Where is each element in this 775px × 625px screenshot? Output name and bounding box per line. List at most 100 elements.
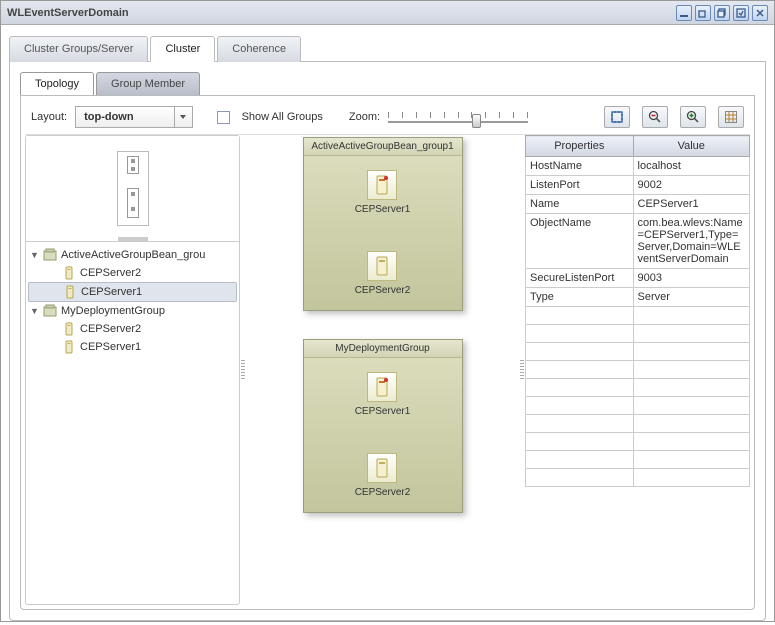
tab-group-member[interactable]: Group Member xyxy=(96,72,200,95)
table-row[interactable]: TypeServer xyxy=(526,288,750,307)
tab-topology[interactable]: Topology xyxy=(20,72,94,95)
tree-group[interactable]: ▼ ActiveActiveGroupBean_grou xyxy=(28,246,237,264)
table-row xyxy=(526,379,750,397)
prop-value: 9002 xyxy=(633,176,749,195)
tree-item[interactable]: CEPServer2 xyxy=(28,264,237,282)
canvas-group-title: MyDeploymentGroup xyxy=(304,340,462,358)
tab-cluster[interactable]: Cluster xyxy=(150,36,215,62)
zoom-slider[interactable] xyxy=(388,108,528,126)
prop-key: HostName xyxy=(526,157,634,176)
col-header-value[interactable]: Value xyxy=(633,136,749,157)
table-row xyxy=(526,469,750,487)
group-icon xyxy=(43,304,57,318)
window-buttons xyxy=(676,5,768,21)
tree-label: MyDeploymentGroup xyxy=(61,305,165,317)
tree-item[interactable]: CEPServer1 xyxy=(28,338,237,356)
table-row xyxy=(526,397,750,415)
content: Cluster Groups/Server Cluster Coherence … xyxy=(1,25,774,625)
prop-key: Name xyxy=(526,195,634,214)
zoom-fit-button[interactable] xyxy=(604,106,630,128)
table-row[interactable]: NameCEPServer1 xyxy=(526,195,750,214)
table-row xyxy=(526,451,750,469)
main-panel: Topology Group Member Layout: top-down S… xyxy=(9,62,766,621)
layout-value: top-down xyxy=(76,108,173,126)
prop-key: ListenPort xyxy=(526,176,634,195)
tree-item[interactable]: CEPServer1 xyxy=(28,282,237,302)
canvas-group-title: ActiveActiveGroupBean_group1 xyxy=(304,138,462,156)
properties-table: Properties Value HostNamelocalhostListen… xyxy=(525,135,750,487)
table-row xyxy=(526,433,750,451)
collapse-icon[interactable]: ▼ xyxy=(30,251,39,260)
toolbar: Layout: top-down Show All Groups Zoom: xyxy=(25,100,750,135)
tree-view: ▼ ActiveActiveGroupBean_grou CEPServer2 … xyxy=(26,241,239,604)
main-tabs: Cluster Groups/Server Cluster Coherence xyxy=(9,35,766,62)
server-icon xyxy=(62,340,76,354)
table-row[interactable]: SecureListenPort9003 xyxy=(526,269,750,288)
prop-key: ObjectName xyxy=(526,214,634,269)
canvas-node-label: CEPServer2 xyxy=(355,285,411,296)
grid-button[interactable] xyxy=(718,106,744,128)
workspace: ▼ ActiveActiveGroupBean_grou CEPServer2 … xyxy=(25,135,750,605)
table-row[interactable]: ListenPort9002 xyxy=(526,176,750,195)
collapse-icon[interactable]: ▼ xyxy=(30,307,39,316)
topology-panel: Layout: top-down Show All Groups Zoom: xyxy=(20,95,755,610)
zoom-in-button[interactable] xyxy=(680,106,706,128)
table-row xyxy=(526,307,750,325)
tab-coherence[interactable]: Coherence xyxy=(217,36,301,62)
window-action-icon[interactable] xyxy=(733,5,749,21)
table-row[interactable]: HostNamelocalhost xyxy=(526,157,750,176)
canvas-node[interactable]: CEPServer2 xyxy=(355,453,411,498)
prop-key: SecureListenPort xyxy=(526,269,634,288)
close-icon[interactable] xyxy=(752,5,768,21)
canvas-node-label: CEPServer2 xyxy=(355,487,411,498)
left-panel: ▼ ActiveActiveGroupBean_grou CEPServer2 … xyxy=(25,135,240,605)
server-icon xyxy=(63,285,77,299)
app-window: WLEventServerDomain Cluster Groups/Serve… xyxy=(0,0,775,622)
server-icon xyxy=(367,251,397,281)
server-icon xyxy=(367,372,397,402)
server-icon xyxy=(367,170,397,200)
layout-select[interactable]: top-down xyxy=(75,106,192,128)
canvas-group[interactable]: ActiveActiveGroupBean_group1 CEPServer1 … xyxy=(303,137,463,311)
canvas-node-label: CEPServer1 xyxy=(355,204,411,215)
tree-group[interactable]: ▼ MyDeploymentGroup xyxy=(28,302,237,320)
server-icon xyxy=(62,266,76,280)
server-icon xyxy=(367,453,397,483)
col-header-properties[interactable]: Properties xyxy=(526,136,634,157)
chevron-down-icon xyxy=(174,107,192,127)
group-icon xyxy=(43,248,57,262)
canvas-node[interactable]: CEPServer1 xyxy=(355,372,411,417)
minimap-resize-handle[interactable] xyxy=(118,237,148,241)
topology-canvas[interactable]: ActiveActiveGroupBean_group1 CEPServer1 … xyxy=(246,135,519,605)
layout-label: Layout: xyxy=(31,111,67,123)
tree-item[interactable]: CEPServer2 xyxy=(28,320,237,338)
slider-handle-icon[interactable] xyxy=(472,114,481,128)
maximize-icon[interactable] xyxy=(714,5,730,21)
table-row xyxy=(526,343,750,361)
tree-label: CEPServer1 xyxy=(80,341,141,353)
tab-cluster-groups-server[interactable]: Cluster Groups/Server xyxy=(9,36,148,62)
tree-label: ActiveActiveGroupBean_grou xyxy=(61,249,205,261)
prop-value: com.bea.wlevs:Name=CEPServer1,Type=Serve… xyxy=(633,214,749,269)
tree-label: CEPServer2 xyxy=(80,323,141,335)
tree-label: CEPServer1 xyxy=(81,286,142,298)
show-all-label: Show All Groups xyxy=(242,111,323,123)
canvas-group[interactable]: MyDeploymentGroup CEPServer1 CEPServer2 xyxy=(303,339,463,513)
show-all-checkbox[interactable] xyxy=(217,111,230,124)
titlebar: WLEventServerDomain xyxy=(1,1,774,25)
tree-label: CEPServer2 xyxy=(80,267,141,279)
restore-down-icon[interactable] xyxy=(695,5,711,21)
minimize-icon[interactable] xyxy=(676,5,692,21)
zoom-label: Zoom: xyxy=(349,111,380,123)
minimap[interactable] xyxy=(26,136,239,241)
canvas-node[interactable]: CEPServer2 xyxy=(355,251,411,296)
table-row xyxy=(526,415,750,433)
window-title: WLEventServerDomain xyxy=(7,7,676,19)
table-row[interactable]: ObjectNamecom.bea.wlevs:Name=CEPServer1,… xyxy=(526,214,750,269)
zoom-out-button[interactable] xyxy=(642,106,668,128)
table-row xyxy=(526,325,750,343)
canvas-node[interactable]: CEPServer1 xyxy=(355,170,411,215)
properties-panel: Properties Value HostNamelocalhostListen… xyxy=(525,135,750,605)
prop-value: 9003 xyxy=(633,269,749,288)
canvas-node-label: CEPServer1 xyxy=(355,406,411,417)
